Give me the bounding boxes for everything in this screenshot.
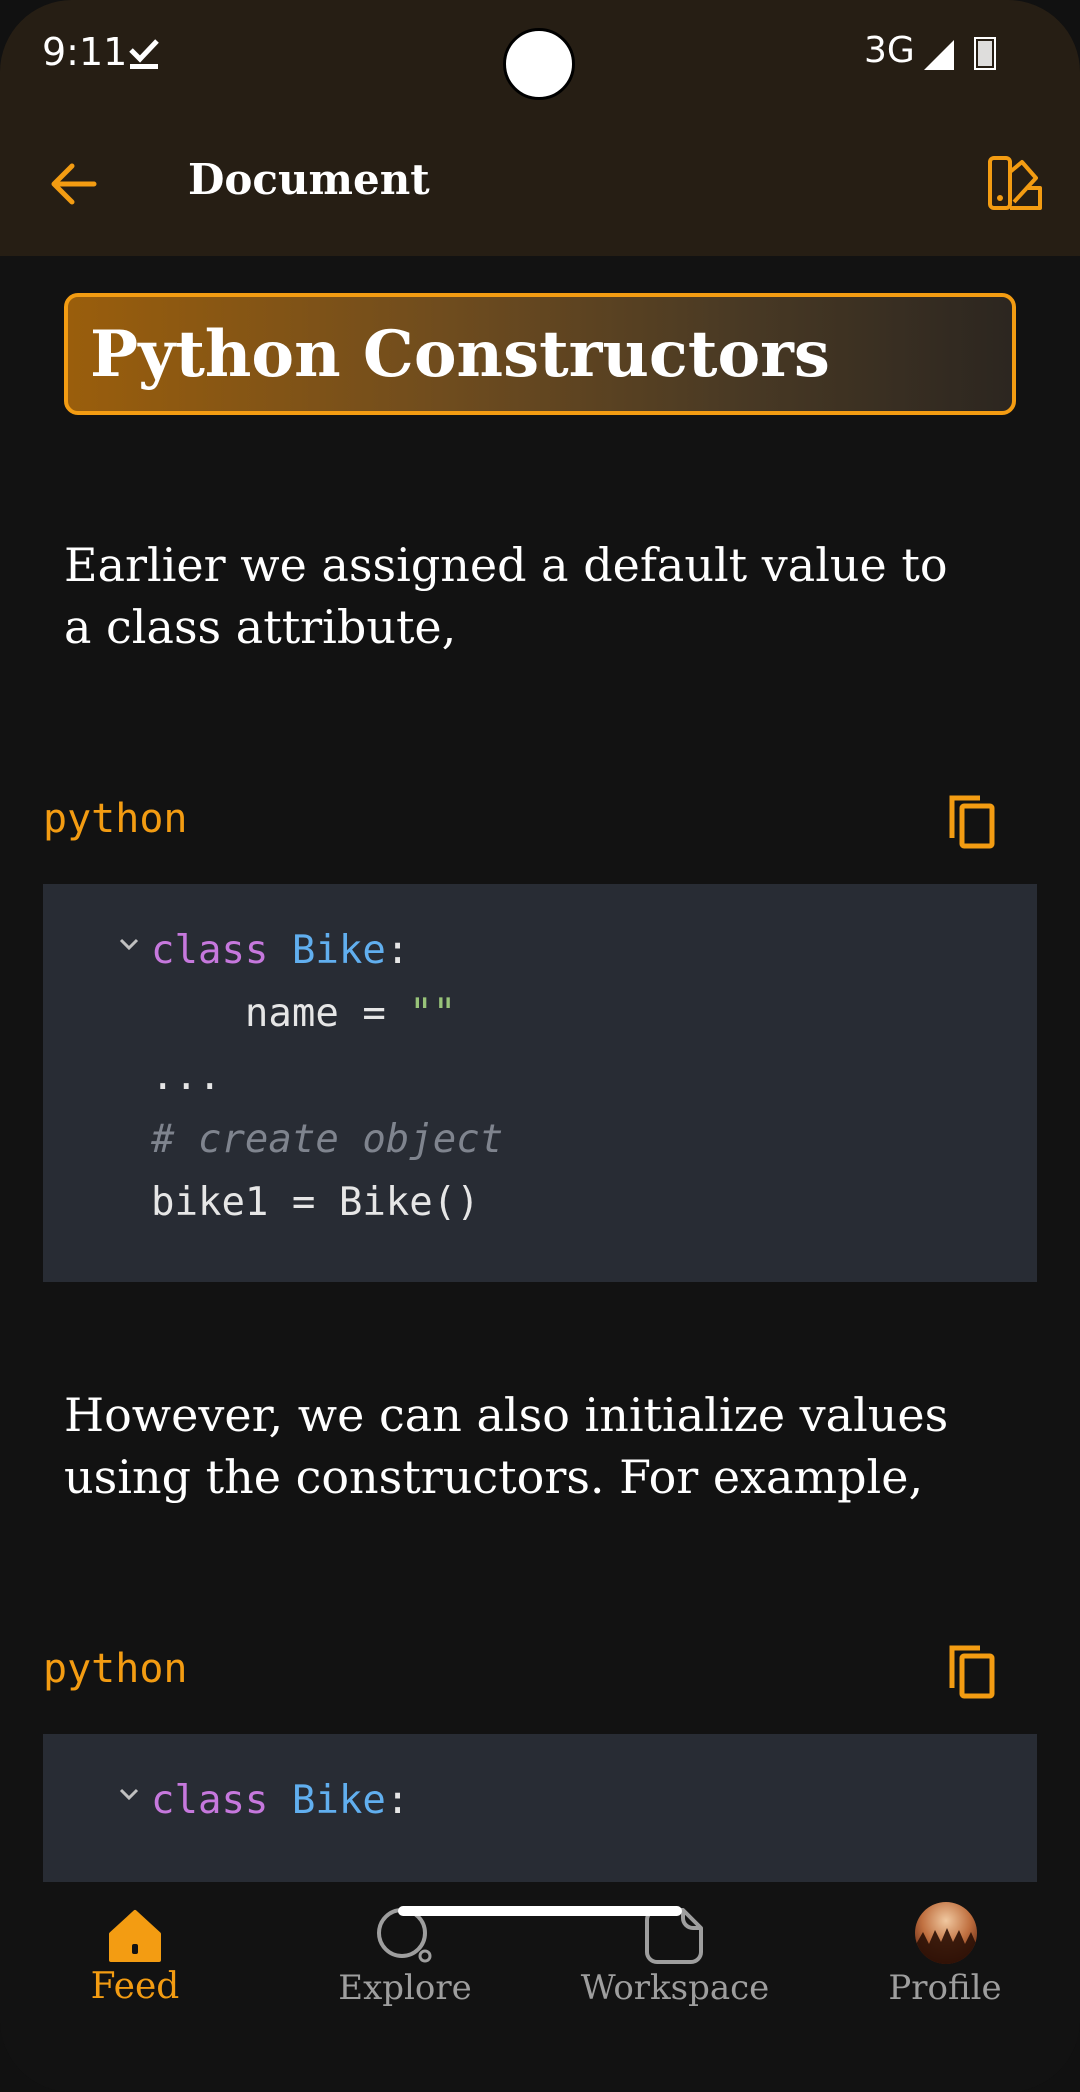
paragraph-1: Earlier we assigned a default value to a…: [64, 538, 948, 654]
code-string: "": [409, 991, 457, 1036]
document-title: Python Constructors: [90, 317, 830, 392]
camera-cutout: [503, 28, 575, 100]
copy-icon[interactable]: [940, 788, 1004, 852]
top-bar: 9:11 3G Document: [0, 0, 1080, 256]
nav-label-feed: Feed: [90, 1966, 180, 2007]
code-line: ...: [151, 1054, 222, 1099]
back-arrow-icon[interactable]: [44, 152, 108, 216]
code-keyword: class: [151, 1778, 269, 1823]
avatar-image: [915, 1928, 977, 1964]
code-language-label: python: [43, 796, 188, 842]
code-keyword: class: [151, 928, 269, 973]
home-indicator[interactable]: [398, 1906, 682, 1916]
code-text: name =: [151, 991, 410, 1036]
nav-profile[interactable]: Profile: [810, 1882, 1080, 2022]
signal-icon: [924, 40, 954, 70]
avatar: [915, 1902, 977, 1964]
phone-screen: 9:11 3G Document Python Constructors Ear…: [0, 0, 1080, 2092]
home-icon: [109, 1910, 161, 1962]
page-title: Document: [188, 155, 430, 204]
palette-icon[interactable]: [984, 152, 1048, 216]
nav-label-explore: Explore: [338, 1968, 472, 2008]
nav-label-workspace: Workspace: [580, 1968, 770, 2008]
nav-feed[interactable]: Feed: [0, 1882, 270, 2022]
copy-icon[interactable]: [940, 1638, 1004, 1702]
paragraph-2: However, we can also initialize values u…: [64, 1388, 949, 1504]
code-line: class Bike:: [151, 928, 409, 973]
code-class-name: Bike: [291, 1778, 386, 1823]
battery-icon: [974, 37, 996, 70]
nav-workspace[interactable]: Workspace: [540, 1882, 810, 2022]
nav-explore[interactable]: Explore: [270, 1882, 540, 2022]
code-line: class Bike:: [151, 1778, 409, 1823]
nav-label-profile: Profile: [888, 1968, 1002, 2008]
document-title-banner: Python Constructors: [64, 293, 1016, 415]
status-time: 9:11: [42, 30, 128, 74]
code-line: name = "": [151, 991, 456, 1036]
chevron-down-icon[interactable]: [117, 932, 141, 956]
code-block[interactable]: class Bike:: [43, 1734, 1037, 1882]
check-icon: [129, 39, 159, 69]
network-type: 3G: [864, 30, 915, 71]
code-line: bike1 = Bike(): [151, 1180, 480, 1225]
code-comment: # create object: [151, 1117, 504, 1162]
code-language-label: python: [43, 1646, 188, 1692]
code-punct: :: [385, 928, 410, 973]
code-class-name: Bike: [291, 928, 386, 973]
document-content[interactable]: Python Constructors Earlier we assigned …: [0, 256, 1080, 1882]
code-block[interactable]: class Bike: name = "" ... # create objec…: [43, 884, 1037, 1282]
code-punct: :: [385, 1778, 410, 1823]
chevron-down-icon[interactable]: [117, 1782, 141, 1806]
